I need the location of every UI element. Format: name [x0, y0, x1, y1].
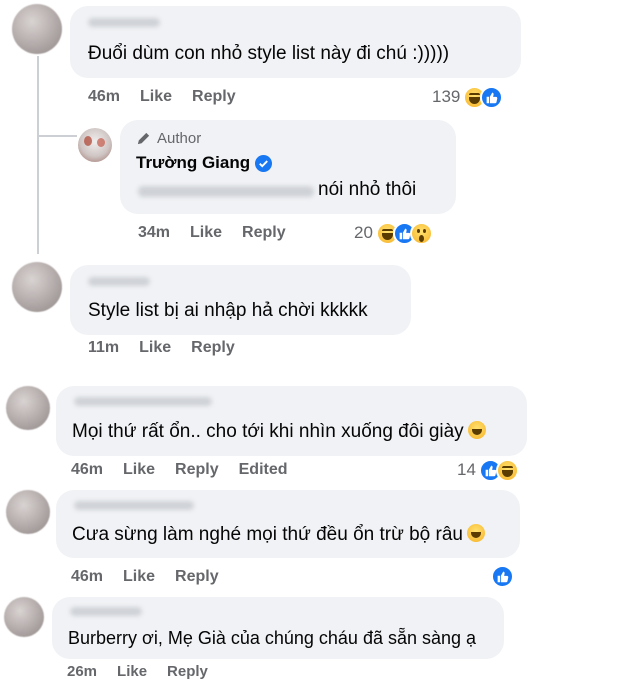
comment-text: Cưa sừng làm nghé mọi thứ đều ổn trừ bộ … [72, 523, 485, 547]
avatar[interactable] [12, 4, 62, 54]
comment-text-content: Mọi thứ rất ổn.. cho tới khi nhìn xuống … [72, 421, 464, 442]
comment-bubble: Style list bị ai nhập hả chời kkkkk [70, 265, 411, 335]
like-button[interactable]: Like [190, 224, 222, 241]
comment-bubble: Burberry ơi, Mẹ Già của chúng cháu đã sẵ… [52, 597, 504, 659]
like-button[interactable]: Like [117, 663, 147, 680]
reaction-count: 20 [354, 223, 373, 242]
like-icon [480, 85, 504, 109]
comment-actions: 46m Like Reply Edited [71, 461, 308, 479]
like-icon [491, 564, 514, 588]
reply-button[interactable]: Reply [191, 339, 235, 356]
thread-line [37, 135, 77, 137]
comment-time[interactable]: 26m [67, 663, 97, 680]
reply-button[interactable]: Reply [175, 461, 219, 478]
comment-bubble: Mọi thứ rất ổn.. cho tới khi nhìn xuống … [56, 386, 527, 456]
comment-actions: 46m Like Reply [88, 88, 256, 106]
like-button[interactable]: Like [123, 461, 155, 478]
reaction-summary[interactable]: 139 [432, 85, 504, 109]
author-name-text: Trường Giang [136, 153, 251, 172]
mentioned-name-blurred[interactable] [138, 186, 314, 197]
comment-time[interactable]: 46m [71, 461, 103, 478]
comment-time[interactable]: 46m [71, 568, 103, 585]
comment-time[interactable]: 46m [88, 88, 120, 105]
reply-button[interactable]: Reply [167, 663, 208, 680]
author-tag-label: Author [157, 130, 202, 147]
commenter-name-blurred[interactable] [74, 397, 212, 406]
comment-actions: 11m Like Reply [88, 339, 255, 357]
author-tag: Author [136, 130, 201, 147]
verified-badge-icon [255, 154, 273, 172]
like-button[interactable]: Like [139, 339, 171, 356]
reaction-summary[interactable]: 14 [457, 458, 519, 482]
like-button[interactable]: Like [140, 88, 172, 105]
author-name[interactable]: Trường Giang [136, 153, 273, 173]
reaction-summary[interactable] [491, 564, 514, 588]
commenter-name-blurred[interactable] [88, 18, 160, 27]
comment-text: Đuổi dùm con nhỏ style list này đi chú :… [88, 43, 450, 64]
reply-bubble: Author Trường Giang nói nhỏ thôi [120, 120, 456, 214]
comment-actions: 46m Like Reply [71, 568, 239, 586]
reply-button[interactable]: Reply [192, 88, 236, 105]
reply-button[interactable]: Reply [242, 224, 286, 241]
reply-actions: 34m Like Reply [138, 224, 306, 242]
comment-text-content: Cưa sừng làm nghé mọi thứ đều ổn trừ bộ … [72, 524, 463, 545]
haha-icon [495, 458, 519, 482]
avatar[interactable] [4, 597, 44, 637]
reaction-count: 14 [457, 460, 476, 479]
comment-text: Burberry ơi, Mẹ Già của chúng cháu đã sẵ… [68, 628, 477, 648]
pen-icon [137, 132, 150, 145]
reply-text: nói nhỏ thôi [318, 179, 417, 200]
reaction-summary[interactable]: 20 [354, 221, 433, 245]
avatar[interactable] [6, 490, 50, 534]
comment-bubble: Cưa sừng làm nghé mọi thứ đều ổn trừ bộ … [56, 490, 520, 558]
thread-line [37, 56, 39, 254]
author-avatar[interactable] [78, 128, 112, 162]
comment-actions: 26m Like Reply [67, 663, 228, 680]
comment-text: Mọi thứ rất ổn.. cho tới khi nhìn xuống … [72, 420, 486, 444]
edited-label: Edited [238, 461, 288, 478]
grinning-squinting-emoji [466, 524, 485, 542]
rolling-laughing-emoji [467, 421, 486, 439]
comment-bubble: Đuổi dùm con nhỏ style list này đi chú :… [70, 6, 521, 78]
commenter-name-blurred[interactable] [88, 277, 150, 286]
avatar[interactable] [6, 386, 50, 430]
comment-text: Style list bị ai nhập hả chời kkkkk [88, 300, 368, 321]
commenter-name-blurred[interactable] [70, 607, 142, 616]
commenter-name-blurred[interactable] [74, 501, 194, 510]
avatar[interactable] [12, 262, 62, 312]
comment-time[interactable]: 34m [138, 224, 170, 241]
reply-button[interactable]: Reply [175, 568, 219, 585]
comment-time[interactable]: 11m [88, 339, 119, 356]
wow-icon [409, 221, 433, 245]
like-button[interactable]: Like [123, 568, 155, 585]
reaction-count: 139 [432, 87, 461, 106]
